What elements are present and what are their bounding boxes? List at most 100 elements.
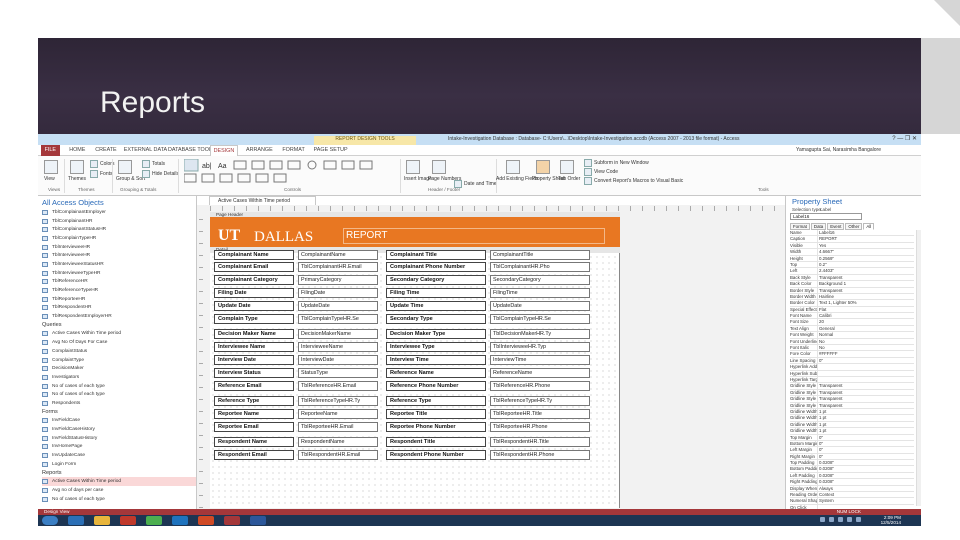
field-textbox[interactable]: InterviewTime — [490, 355, 590, 365]
nav-item[interactable]: Active Cases Within Time period — [42, 477, 196, 486]
chrome-icon[interactable] — [146, 516, 162, 525]
property-value[interactable]: 1 pt — [818, 415, 914, 420]
controls-gallery[interactable]: ab| Aa — [184, 159, 394, 185]
date-time-button[interactable]: Date and Time — [454, 180, 497, 188]
media-icon[interactable] — [120, 516, 136, 525]
field-label[interactable]: Update Date — [214, 301, 294, 311]
field-textbox[interactable]: TblRespondentHR.Email — [298, 450, 378, 460]
field-textbox[interactable]: IntervieweeName — [298, 342, 378, 352]
nav-item[interactable]: TblIntervieweeTypeHR — [42, 269, 196, 278]
nav-item[interactable]: Avg No Of Days For Case — [42, 338, 196, 347]
nav-item[interactable]: DecisionMaker — [42, 364, 196, 373]
nav-item[interactable]: ComplaintType — [42, 356, 196, 365]
property-tab-all[interactable]: All — [863, 223, 875, 230]
field-textbox[interactable]: ComplainantTitle — [490, 250, 590, 260]
nav-item[interactable]: No of cases of each type — [42, 495, 196, 504]
subform-button[interactable]: Subform in New Window — [584, 159, 649, 167]
property-value[interactable]: Transparent — [818, 396, 914, 401]
nav-item[interactable]: Login Form — [42, 460, 196, 469]
field-textbox[interactable]: TblReferenceTypeHR.Ty — [298, 396, 378, 406]
property-value[interactable] — [818, 371, 914, 376]
group-sort-icon[interactable] — [118, 160, 132, 174]
system-tray[interactable] — [820, 517, 861, 522]
field-textbox[interactable]: TblReferenceTypeHR.Ty — [490, 396, 590, 406]
property-value[interactable]: General — [818, 326, 914, 331]
field-label[interactable]: Filing Date — [214, 288, 294, 298]
view-button[interactable]: View — [44, 176, 55, 182]
group-sort-button[interactable]: Group & Sort — [116, 176, 145, 182]
view-icon[interactable] — [44, 160, 58, 174]
nav-item[interactable]: InvFieldStatusHistory — [42, 434, 196, 443]
field-label[interactable]: Respondent Email — [214, 450, 294, 460]
field-textbox[interactable]: FilingTime — [490, 288, 590, 298]
property-value[interactable]: Flat — [818, 307, 914, 312]
access-icon[interactable] — [224, 516, 240, 525]
field-label[interactable]: Interviewee Name — [214, 342, 294, 352]
start-button[interactable] — [42, 516, 58, 525]
page-numbers-icon[interactable] — [432, 160, 446, 174]
tab-file[interactable]: FILE — [40, 145, 60, 156]
property-value[interactable]: Background 1 — [818, 281, 914, 286]
field-textbox[interactable]: TblComplainantHR.Pho — [490, 262, 590, 272]
field-label[interactable]: Filing Time — [386, 288, 486, 298]
nav-item[interactable]: Avg no of days per case — [42, 486, 196, 495]
nav-item[interactable]: TblIntervieweeHR — [42, 243, 196, 252]
ie-icon[interactable] — [68, 516, 84, 525]
property-value[interactable]: 2.4403" — [818, 268, 914, 273]
field-textbox[interactable]: TblReferenceHR.Phone — [490, 381, 590, 391]
tab-order-button[interactable]: Tab Order — [558, 176, 580, 182]
field-textbox[interactable]: FilingDate — [298, 288, 378, 298]
field-textbox[interactable]: TblReferenceHR.Email — [298, 381, 378, 391]
property-value[interactable]: Transparent — [818, 275, 914, 280]
property-value[interactable]: 0.2569" — [818, 256, 914, 261]
nav-group-header[interactable]: Queries — [42, 321, 196, 330]
nav-item[interactable]: InvFieldCase — [42, 417, 196, 426]
field-label[interactable]: Reference Type — [386, 396, 486, 406]
property-value[interactable]: Text 1, Lighter 50% — [818, 300, 914, 305]
field-textbox[interactable]: TblComplainantHR.Email — [298, 262, 378, 272]
property-value[interactable]: Always — [818, 486, 914, 491]
nav-header[interactable]: All Access Objects — [42, 198, 104, 207]
nav-item[interactable]: InvUpdateCase — [42, 451, 196, 460]
field-textbox[interactable]: UpdateDate — [490, 301, 590, 311]
property-value[interactable]: 0.2" — [818, 262, 914, 267]
property-value[interactable]: 0.0208" — [818, 466, 914, 471]
property-value[interactable]: Transparent — [818, 383, 914, 388]
themes-button[interactable]: Themes — [68, 176, 86, 182]
field-label[interactable]: Secondary Type — [386, 314, 486, 324]
property-value[interactable]: 1 pt — [818, 428, 914, 433]
property-value[interactable]: 1 pt — [818, 422, 914, 427]
field-label[interactable]: Complainant Category — [214, 275, 294, 285]
selection-combo[interactable]: Label16 — [790, 213, 862, 220]
field-label[interactable]: Interviewee Type — [386, 342, 486, 352]
field-textbox[interactable]: TblReporteeHR.Title — [490, 409, 590, 419]
fonts-button[interactable]: Fonts — [90, 170, 113, 178]
field-textbox[interactable]: StatusType — [298, 368, 378, 378]
field-label[interactable]: Reportee Phone Number — [386, 422, 486, 432]
nav-item[interactable]: TblIntervieweeHR — [42, 251, 196, 260]
nav-item[interactable]: No of cases of each type — [42, 382, 196, 391]
tab-create[interactable]: CREATE — [95, 147, 116, 153]
field-textbox[interactable]: ReporteeName — [298, 409, 378, 419]
hide-details-button[interactable]: Hide Details — [142, 170, 179, 178]
field-label[interactable]: Reportee Title — [386, 409, 486, 419]
convert-macros-button[interactable]: Convert Report's Macros to Visual Basic — [584, 177, 683, 185]
tab-page-setup[interactable]: PAGE SETUP — [314, 147, 348, 153]
property-value[interactable]: REPORT — [818, 236, 914, 241]
field-textbox[interactable]: PrimaryCategory — [298, 275, 378, 285]
field-textbox[interactable]: ComplainantName — [298, 250, 378, 260]
field-textbox[interactable]: RespondentName — [298, 437, 378, 447]
property-value[interactable]: Context — [818, 492, 914, 497]
nav-item[interactable]: TblReferenceTypeHR — [42, 286, 196, 295]
nav-item[interactable]: TblRespondentHR — [42, 304, 196, 313]
field-label[interactable]: Interview Time — [386, 355, 486, 365]
field-label[interactable]: Complainant Name — [214, 250, 294, 260]
field-label[interactable]: Interview Status — [214, 368, 294, 378]
property-value[interactable]: System — [818, 498, 914, 503]
nav-item[interactable]: TblReporteeHR — [42, 295, 196, 304]
property-value[interactable]: 0.0208" — [818, 460, 914, 465]
nav-group-header[interactable]: Forms — [42, 408, 196, 417]
property-value[interactable]: 0" — [818, 358, 914, 363]
property-value[interactable]: Label16 — [818, 230, 914, 235]
field-label[interactable]: Reportee Email — [214, 422, 294, 432]
